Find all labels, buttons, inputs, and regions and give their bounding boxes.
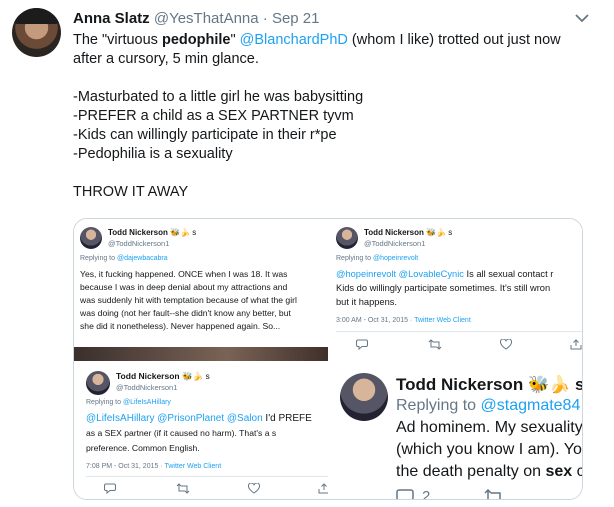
panel-author-name: Todd Nickerson: [108, 228, 168, 237]
mention-link[interactable]: @BlanchardPhD: [240, 32, 348, 48]
panel-text-line: c: [572, 463, 582, 480]
reply-count: 2: [422, 488, 431, 500]
divider: [86, 476, 328, 477]
avatar: [340, 373, 388, 421]
panel-author-name: Todd Nickerson: [396, 375, 524, 394]
avatar: [86, 371, 110, 395]
panel-actions: [356, 339, 582, 350]
tweet-line-2: after a cursory, 5 min glance.: [73, 51, 259, 67]
retweet-icon: [484, 488, 502, 499]
panel-author-name: Todd Nickerson: [116, 371, 180, 381]
panel-text-line: but it happens.: [336, 297, 397, 307]
author-name[interactable]: Anna Slatz: [73, 10, 150, 27]
screenshot-panel-2[interactable]: Todd Nickerson 🐝🍌 s @ToddNickerson1 Repl…: [330, 219, 582, 361]
closing-line: THROW IT AWAY: [73, 184, 189, 200]
reply-icon: [356, 339, 368, 350]
share-icon: [570, 339, 582, 350]
panel-text-line: she did it nonetheless). Never happened …: [80, 321, 281, 331]
tweet[interactable]: Anna Slatz @YesThatAnna · Sep 21 The "vi…: [0, 0, 614, 507]
tweet-text: The "virtuous pedophile" @BlanchardPhD (…: [73, 31, 593, 202]
panel-text-line: Ad hominem. My sexuality: [396, 419, 583, 436]
divider: [328, 219, 330, 499]
panel-reply-label: Replying to: [86, 399, 123, 406]
tweet-header: Anna Slatz @YesThatAnna · Sep 21: [73, 10, 320, 27]
panel-author-handle: @ToddNickerson1: [108, 239, 170, 248]
author-handle[interactable]: @YesThatAnna: [154, 10, 259, 27]
panel-client: Twitter Web Client: [164, 463, 222, 470]
panel-reply-label: Replying to: [80, 255, 117, 262]
panel-text-line: was suddenly hit with temptation because…: [80, 295, 297, 305]
media-grid[interactable]: Todd Nickerson 🐝🍌 s @ToddNickerson1 Repl…: [73, 218, 583, 500]
avatar: [336, 227, 358, 249]
panel-text-line: I'd PREFE: [262, 413, 312, 424]
panel-text-line: the death penalty on: [396, 463, 546, 480]
tweet-line-1: The "virtuous pedophile" @BlanchardPhD (…: [73, 32, 561, 48]
list-item: -Pedophilia is a sexuality: [73, 146, 233, 162]
reply-icon: [104, 483, 116, 494]
screenshot-panel-3[interactable]: Todd Nickerson 🐝🍌 s @ToddNickerson1 Repl…: [74, 363, 328, 499]
panel-text-line: preference. Common English.: [86, 443, 200, 453]
panel-actions: 2: [396, 488, 504, 500]
panel-text-line: was doing (not her fault--she didn't kno…: [80, 308, 291, 318]
retweet-icon: [428, 339, 442, 350]
tweet-date[interactable]: Sep 21: [272, 10, 320, 27]
panel-author-name: Todd Nickerson: [364, 228, 424, 237]
panel-reply-to: @LifeIsAHillary: [122, 399, 171, 406]
panel-text-line: because I was in deep denial about my at…: [80, 282, 288, 292]
panel-mention: @LovableCynic: [396, 269, 464, 279]
retweet-icon: [176, 483, 190, 494]
list-item: -Masturbated to a little girl he was bab…: [73, 89, 364, 105]
panel-reply-to: @hopeinrevolt: [372, 255, 419, 262]
panel-mention: @hopeinrevolt: [336, 269, 397, 279]
share-icon: [318, 483, 328, 494]
panel-client: Twitter Web Client: [414, 317, 471, 324]
screenshot-panel-4[interactable]: Todd Nickerson 🐝🍌 s Replying to @stagmat…: [330, 363, 583, 500]
panel-author-emoji: 🐝🍌 s: [527, 375, 583, 394]
list-item: -PREFER a child as a SEX PARTNER tyvm: [73, 108, 354, 124]
panel-keyword: sex: [545, 463, 573, 480]
panel-author-handle: @ToddNickerson1: [116, 383, 178, 392]
panel-reply-to: @stagmate84: [480, 397, 581, 414]
panel-text-line: Is all sexual contact r: [463, 269, 554, 279]
panel-timestamp: 3:00 AM - Oct 31, 2015 ·: [336, 317, 415, 324]
divider: [336, 331, 582, 332]
panel-reply-label: Replying to: [396, 397, 481, 414]
like-icon: [248, 483, 260, 494]
panel-reply-to: @dajewbacabra: [116, 255, 168, 262]
panel-timestamp: 7:08 PM - Oct 31, 2015 ·: [86, 463, 165, 470]
panel-mention: @LifeIsAHillary @PrisonPlanet @Salon: [86, 413, 263, 424]
panel-text-line: Yes, it fucking happened. ONCE when I wa…: [80, 269, 288, 279]
reply-icon: [396, 488, 414, 499]
panel-actions: [104, 483, 328, 494]
panel-reply-label: Replying to: [336, 255, 373, 262]
panel-text-line: Kids do willingly participate sometimes.…: [336, 283, 551, 293]
chevron-down-icon[interactable]: [574, 12, 590, 24]
panel-author-emoji: 🐝🍌 s: [170, 228, 197, 237]
like-icon: [500, 339, 512, 350]
screenshot-panel-1[interactable]: Todd Nickerson 🐝🍌 s @ToddNickerson1 Repl…: [74, 219, 328, 361]
avatar[interactable]: [12, 8, 61, 57]
separator-dot: ·: [262, 10, 268, 27]
panel-text-line: (which you know I am). Yo: [396, 441, 582, 458]
embedded-photo: [74, 347, 328, 361]
avatar: [80, 227, 102, 249]
panel-author-emoji: 🐝🍌 s: [426, 228, 453, 237]
panel-author-handle: @ToddNickerson1: [364, 239, 426, 248]
list-item: -Kids can willingly participate in their…: [73, 127, 337, 143]
panel-text-line: as a SEX partner (if it caused no harm).…: [86, 428, 277, 438]
panel-author-emoji: 🐝🍌 s: [181, 371, 210, 381]
